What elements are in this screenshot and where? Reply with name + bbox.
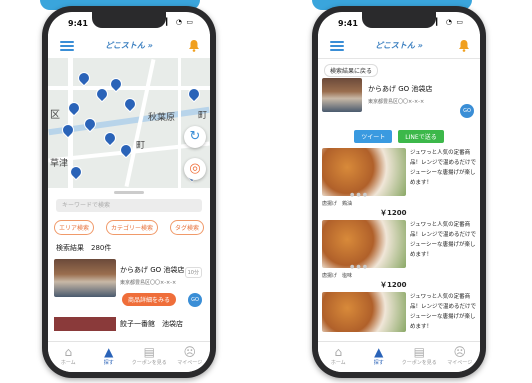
hamburger-menu-icon[interactable]	[330, 41, 344, 51]
location-pin-icon: ▲	[374, 345, 384, 359]
tweet-button[interactable]: ツイート	[354, 130, 393, 143]
map-label: 秋葉原	[148, 113, 176, 123]
store-pin-icon[interactable]	[121, 95, 139, 113]
app-logo: どこストん »	[105, 41, 153, 50]
store-name: からあげ GO 池袋店	[120, 266, 185, 274]
store-thumbnail	[54, 317, 116, 331]
user-icon: ☹	[453, 345, 466, 359]
chip-area-search[interactable]: エリア検索	[54, 220, 95, 235]
status-time: 9:41	[68, 19, 88, 28]
app-logo: どこストん »	[375, 41, 423, 50]
current-location-icon[interactable]: ◎	[184, 158, 206, 180]
product-card[interactable]: ●●● ジュワっと人気の定番商品！レンジで温めるだけでジューシーな唐揚げが楽しめ…	[322, 148, 477, 217]
chip-tag-search[interactable]: タグ検索	[169, 220, 204, 235]
chip-category-search[interactable]: カテゴリー検索	[105, 220, 158, 235]
tab-home[interactable]: ⌂ ホーム	[318, 342, 359, 372]
drag-handle[interactable]	[114, 191, 144, 194]
store-thumbnail	[54, 259, 116, 297]
store-pin-icon[interactable]	[75, 69, 93, 87]
list-item[interactable]: からあげ GO 池袋店 東京都豊島区〇〇×-×-× 10分 商品詳細をみる GO	[54, 259, 204, 311]
store-pin-icon[interactable]	[101, 129, 119, 147]
bottom-tab-bar: ⌂ ホーム ▲ 探す ▤ クーポンを見る ☹ マイページ	[48, 341, 210, 372]
search-input[interactable]: キーワードで検索	[56, 199, 202, 212]
store-name: 餃子一番館 池袋店	[120, 320, 183, 328]
hamburger-menu-icon[interactable]	[60, 41, 74, 51]
tab-label: マイページ	[447, 360, 473, 366]
tab-home[interactable]: ⌂ ホーム	[48, 342, 89, 372]
app-header: どこストん »	[318, 34, 480, 59]
phone-store-detail: 9:41 ▎▎▎ ◔ ▭ どこストん » 検索結果に戻る からあげ GO 池袋店…	[312, 6, 486, 378]
product-card[interactable]: ●●● ジュワっと人気の定番商品！レンジで温めるだけでジューシーな唐揚げが楽しめ…	[322, 220, 477, 289]
result-count: 検索結果 280件	[56, 244, 112, 252]
screen: 9:41 ▎▎▎ ◔ ▭ どこストん » 検索結果に戻る からあげ GO 池袋店…	[318, 12, 480, 372]
home-icon: ⌂	[64, 345, 73, 359]
carousel-dots: ●●●	[350, 192, 370, 198]
results-panel: キーワードで検索 エリア検索 カテゴリー検索 タグ検索 検索結果 280件 から…	[48, 188, 210, 342]
status-time: 9:41	[338, 19, 358, 28]
carousel-dots: ●●●	[350, 264, 370, 270]
tab-label: 探す	[103, 360, 114, 366]
location-pin-icon: ▲	[104, 345, 114, 359]
filter-chips: エリア検索 カテゴリー検索 タグ検索	[54, 220, 204, 235]
product-description: ジュワっと人気の定番商品！レンジで温めるだけでジューシーな唐揚げが楽しめます！	[410, 150, 477, 186]
go-button[interactable]: GO	[460, 104, 474, 118]
list-item[interactable]: 餃子一番館 池袋店	[54, 317, 204, 331]
map-view[interactable]: 区 秋葉原 町 草津 町 ↻ ◎	[48, 58, 210, 188]
map-label: 町	[136, 141, 146, 151]
back-to-results-button[interactable]: 検索結果に戻る	[324, 64, 379, 77]
store-thumbnail	[322, 78, 362, 112]
user-icon: ☹	[183, 345, 196, 359]
product-category: 唐揚げ 塩味	[322, 273, 353, 279]
product-description: ジュワっと人気の定番商品！レンジで温めるだけでジューシーな唐揚げが楽しめます！	[410, 294, 477, 330]
product-image	[322, 292, 406, 332]
tab-coupons[interactable]: ▤ クーポンを見る	[399, 342, 440, 372]
product-image	[322, 148, 406, 196]
store-name: からあげ GO 池袋店	[368, 85, 433, 93]
store-address: 東京都豊島区〇〇×-×-×	[368, 99, 425, 105]
coupon-icon: ▤	[143, 345, 155, 359]
product-price: ￥1200	[380, 209, 407, 217]
share-buttons: ツイート LINEで送る	[318, 130, 480, 143]
map-label: 区	[50, 110, 60, 121]
bell-icon[interactable]	[188, 39, 200, 52]
tab-label: ホーム	[330, 360, 346, 366]
store-header: からあげ GO 池袋店 東京都豊島区〇〇×-×-× GO	[322, 78, 476, 122]
go-button[interactable]: GO	[188, 293, 202, 307]
tab-mypage[interactable]: ☹ マイページ	[440, 342, 481, 372]
map-label: 町	[198, 111, 208, 121]
home-icon: ⌂	[334, 345, 343, 359]
product-card[interactable]: ジュワっと人気の定番商品！レンジで温めるだけでジューシーな唐揚げが楽しめます！	[322, 292, 476, 336]
tab-label: マイページ	[177, 360, 203, 366]
coupon-icon: ▤	[413, 345, 425, 359]
view-details-button[interactable]: 商品詳細をみる	[122, 293, 177, 306]
tab-search[interactable]: ▲ 探す	[89, 342, 130, 372]
tab-label: 探す	[373, 360, 384, 366]
tab-coupons[interactable]: ▤ クーポンを見る	[129, 342, 170, 372]
distance-badge: 10分	[184, 267, 202, 278]
tab-mypage[interactable]: ☹ マイページ	[170, 342, 211, 372]
refresh-icon[interactable]: ↻	[184, 126, 206, 148]
notch	[362, 12, 436, 28]
product-price: ￥1200	[380, 281, 407, 289]
bell-icon[interactable]	[458, 39, 470, 52]
product-category: 唐揚げ 鶏油	[322, 201, 353, 207]
bottom-tab-bar: ⌂ ホーム ▲ 探す ▤ クーポンを見る ☹ マイページ	[318, 341, 480, 372]
app-header: どこストん »	[48, 34, 210, 59]
product-image	[322, 220, 406, 268]
tab-search[interactable]: ▲ 探す	[359, 342, 400, 372]
phone-map-view: 9:41 ▎▎▎ ◔ ▭ どこストん » 区 秋葉原 町 草津 町 ↻ ◎ キー…	[42, 6, 216, 378]
notch	[92, 12, 166, 28]
line-share-button[interactable]: LINEで送る	[398, 130, 444, 143]
screen: 9:41 ▎▎▎ ◔ ▭ どこストん » 区 秋葉原 町 草津 町 ↻ ◎ キー…	[48, 12, 210, 372]
store-address: 東京都豊島区〇〇×-×-×	[120, 280, 177, 286]
tab-label: クーポンを見る	[131, 360, 167, 366]
map-label: 草津	[50, 159, 69, 169]
tab-label: クーポンを見る	[401, 360, 437, 366]
store-pin-icon[interactable]	[59, 121, 77, 139]
product-description: ジュワっと人気の定番商品！レンジで温めるだけでジューシーな唐揚げが楽しめます！	[410, 222, 477, 258]
tab-label: ホーム	[60, 360, 76, 366]
